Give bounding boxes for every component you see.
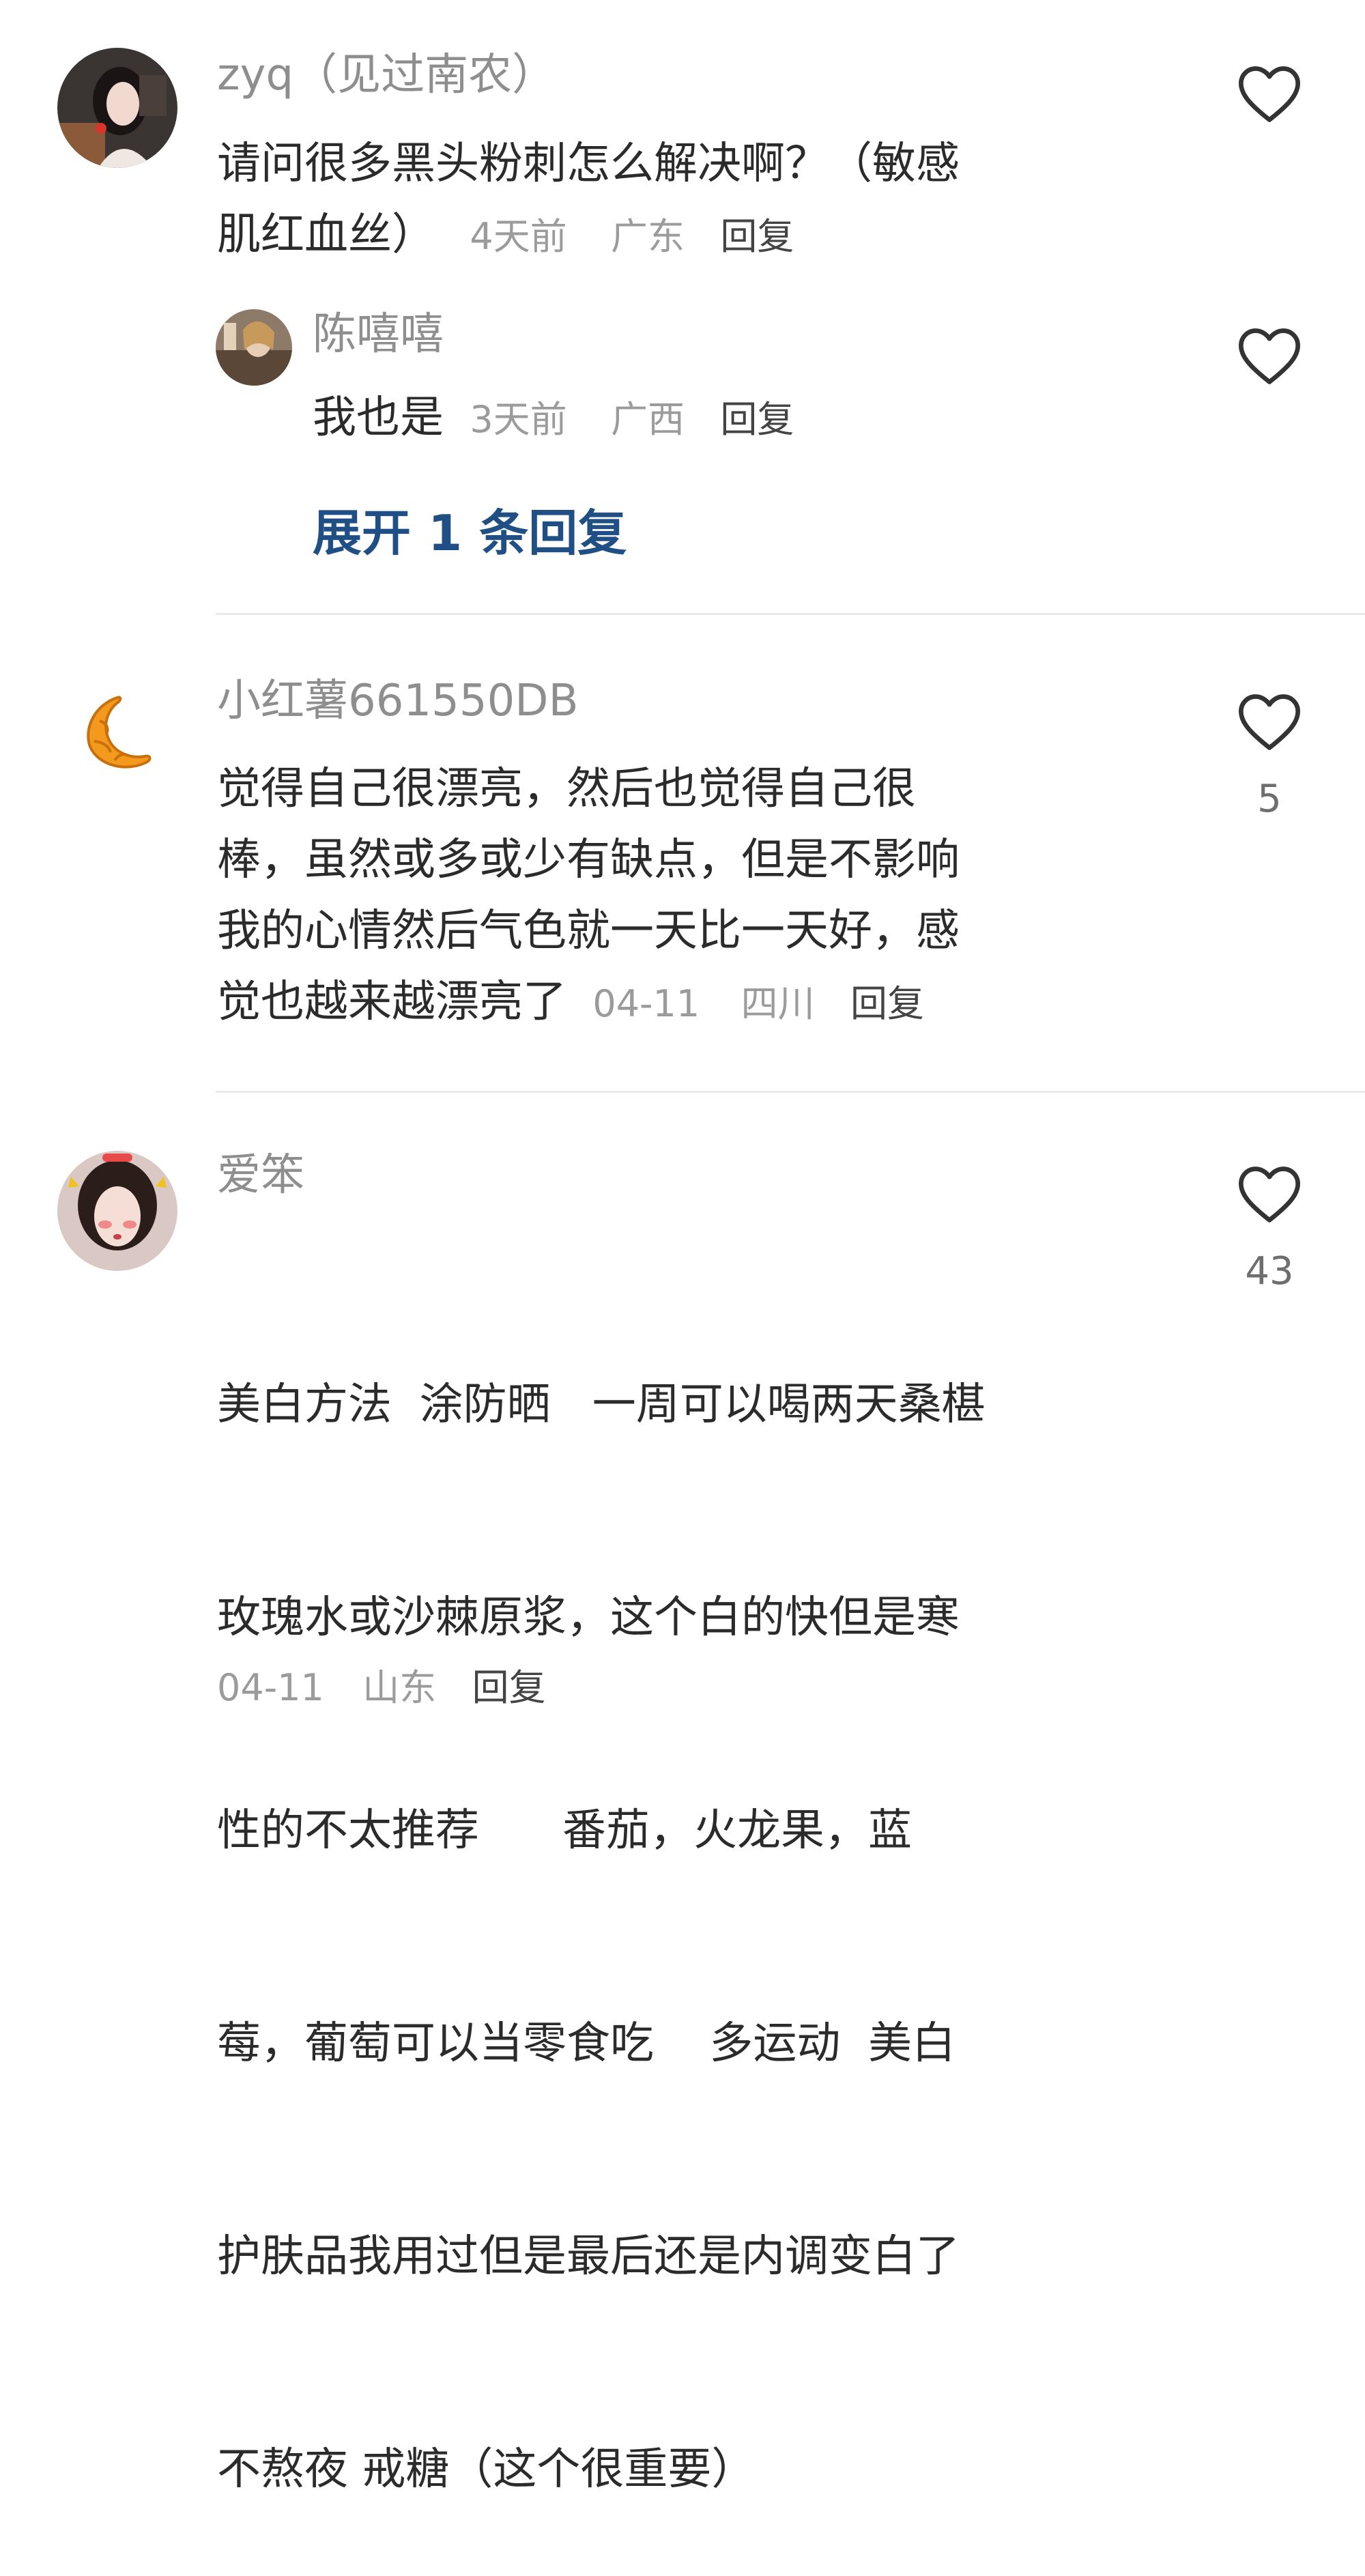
like-button[interactable] — [1235, 1160, 1304, 1229]
heart-icon — [1239, 66, 1300, 122]
comment-text: 美白方法 涂防晒 一周可以喝两天桑椹 玫瑰水或沙棘原浆，这个白的快但是寒 性的不… — [217, 1227, 1200, 2576]
comment-line: 莓，葡萄可以当零食吃 多运动 美白 — [217, 2018, 956, 2069]
comment-line-with-meta: 觉也越来越漂亮了 04-11 四川 回复 — [217, 967, 1200, 1040]
reply-location: 广西 — [611, 398, 685, 441]
expand-replies-link[interactable]: 展开 1 条回复 — [313, 493, 627, 564]
comment-time: 04-11 — [592, 982, 700, 1025]
heart-icon — [1239, 1167, 1300, 1222]
comment-text: 觉得自己很漂亮，然后也觉得自己很 棒，虽然或多或少有缺点，但是不影响 我的心情然… — [217, 754, 1200, 1040]
reply-text: 我也是 — [313, 392, 444, 443]
like-button[interactable] — [1235, 60, 1304, 128]
heart-icon — [1239, 328, 1300, 384]
comment-line: 美白方法 涂防晒 一周可以喝两天桑椹 — [217, 1379, 986, 1430]
comment-line: 不熬夜 戒糖（这个很重要） — [217, 2444, 756, 2495]
divider — [216, 1091, 1365, 1093]
comment-line: 棒，虽然或多或少有缺点，但是不影响 — [217, 835, 960, 885]
comment-username[interactable]: 爱笨 — [217, 1154, 304, 1197]
reply-button[interactable]: 回复 — [850, 982, 924, 1025]
comment-username[interactable]: zyq（见过南农） — [217, 53, 556, 97]
comment-text: 请问很多黑头粉刺怎么解决啊？（敏感 肌红血丝） 4天前 广东 回复 — [217, 128, 1173, 272]
comment-time: 4天前 — [470, 215, 567, 258]
avatar[interactable] — [57, 48, 177, 168]
comment-line-with-meta: 肌红血丝） 4天前 广东 回复 — [217, 199, 1173, 272]
comment-username[interactable]: 小红薯661550DB — [217, 679, 579, 723]
like-count: 43 — [1245, 1249, 1294, 1293]
avatar[interactable] — [75, 689, 164, 778]
comment-line: 肌红血丝） — [217, 210, 435, 260]
croissant-icon — [87, 696, 152, 769]
like-count: 5 — [1257, 777, 1282, 821]
reply-button[interactable]: 回复 — [720, 398, 794, 441]
comment-time: 04-11 — [217, 1666, 324, 1709]
reply-avatar[interactable] — [216, 309, 292, 386]
reply-text-row: 我也是 3天前 广西 回复 — [313, 382, 794, 455]
comment-line: 玫瑰水或沙棘原浆，这个白的快但是寒 — [217, 1592, 960, 1643]
comment-line: 我的心情然后气色就一天比一天好，感 — [217, 906, 960, 956]
comment-location: 广东 — [611, 215, 685, 258]
like-button[interactable] — [1235, 688, 1304, 756]
reply-button[interactable]: 回复 — [720, 215, 794, 258]
comment-line: 觉也越来越漂亮了 — [217, 977, 566, 1027]
heart-icon — [1239, 694, 1300, 750]
comment-meta: 04-11 山东 回复 — [217, 1657, 546, 1711]
comment-line: 性的不太推荐 番茄，火龙果，蓝 — [217, 1805, 913, 1856]
reply-username[interactable]: 陈嘻嘻 — [313, 313, 444, 356]
avatar[interactable] — [57, 1151, 177, 1271]
comment-line: 请问很多黑头粉刺怎么解决啊？（敏感 — [217, 139, 960, 189]
comment-line: 觉得自己很漂亮，然后也觉得自己很 — [217, 764, 916, 814]
reply-time: 3天前 — [470, 398, 567, 441]
divider — [216, 613, 1365, 615]
comment-line: 护肤品我用过但是最后还是内调变白了 — [217, 2231, 960, 2282]
comment-location: 四川 — [741, 982, 815, 1025]
comment-location: 山东 — [362, 1666, 437, 1709]
reply-button[interactable]: 回复 — [472, 1666, 546, 1709]
reply-like-button[interactable] — [1235, 322, 1304, 390]
